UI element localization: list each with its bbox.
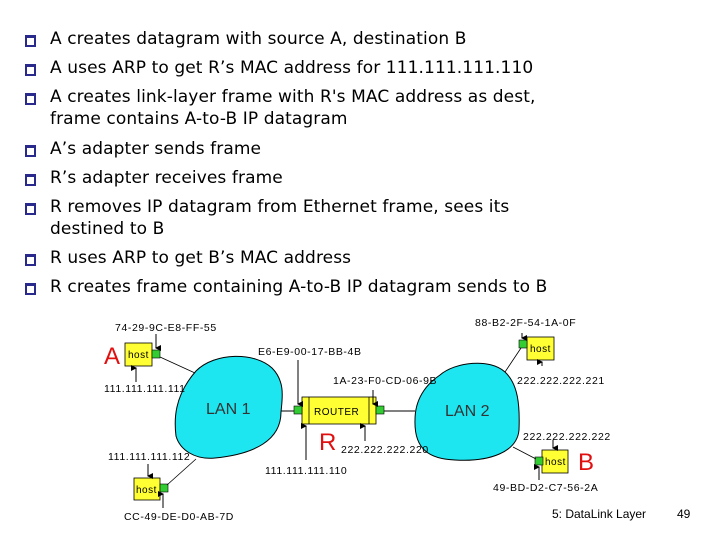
router: ROUTER R E6-E9-00-17-BB-4B 1A-23-F0-CD-0…: [258, 346, 437, 477]
router-mac-lan1: E6-E9-00-17-BB-4B: [258, 346, 362, 358]
host-ip: 111.111.111.112: [108, 451, 190, 463]
host-a-mac: 74-29-9C-E8-FF-55: [115, 322, 217, 334]
link-line: [159, 356, 196, 374]
router-ip-lan1: 111.111.111.110: [265, 465, 347, 477]
host-label: host: [530, 344, 551, 355]
link-line: [512, 446, 537, 460]
node-b-letter: B: [578, 449, 594, 476]
host-label: host: [136, 485, 157, 496]
host-ip: 222.222.222.221: [517, 375, 605, 387]
lan1-label: LAN 1: [206, 401, 251, 418]
host-mac: CC-49-DE-D0-AB-7D: [124, 511, 234, 523]
host-a-ip: 111.111.111.111: [104, 383, 186, 395]
host-b-adapter-icon: [534, 456, 544, 466]
link-line: [504, 347, 522, 373]
host-mac: 88-B2-2F-54-1A-0F: [475, 317, 576, 329]
router-mac-lan2: 1A-23-F0-CD-06-9B: [333, 375, 437, 387]
host-adapter-icon: [518, 339, 528, 349]
host-a-label: host: [128, 350, 149, 361]
host-b-mac: 49-BD-D2-C7-56-2A: [493, 482, 598, 494]
router-adapter-lan1-icon: [293, 405, 303, 415]
router-label: ROUTER: [314, 407, 359, 418]
node-a-letter: A: [104, 343, 120, 370]
host-b-ip: 222.222.222.222: [523, 431, 611, 443]
router-adapter-lan2-icon: [375, 405, 385, 415]
host-adapter-icon: [159, 483, 169, 493]
lan2-label: LAN 2: [445, 403, 490, 420]
host-lan1-2: host 111.111.111.112 CC-49-DE-D0-AB-7D: [108, 451, 234, 523]
router-letter: R: [319, 429, 336, 456]
footer-chapter: 5: DataLink Layer: [552, 507, 647, 521]
host-b-label: host: [545, 457, 566, 468]
router-ip-lan2: 222.222.222.220: [341, 444, 429, 456]
footer-page-number: 49: [677, 507, 691, 521]
host-a-adapter-icon: [151, 349, 161, 359]
network-diagram: LAN 1 LAN 2 A host 74-29-9C-E8-FF-55 111…: [104, 317, 611, 523]
